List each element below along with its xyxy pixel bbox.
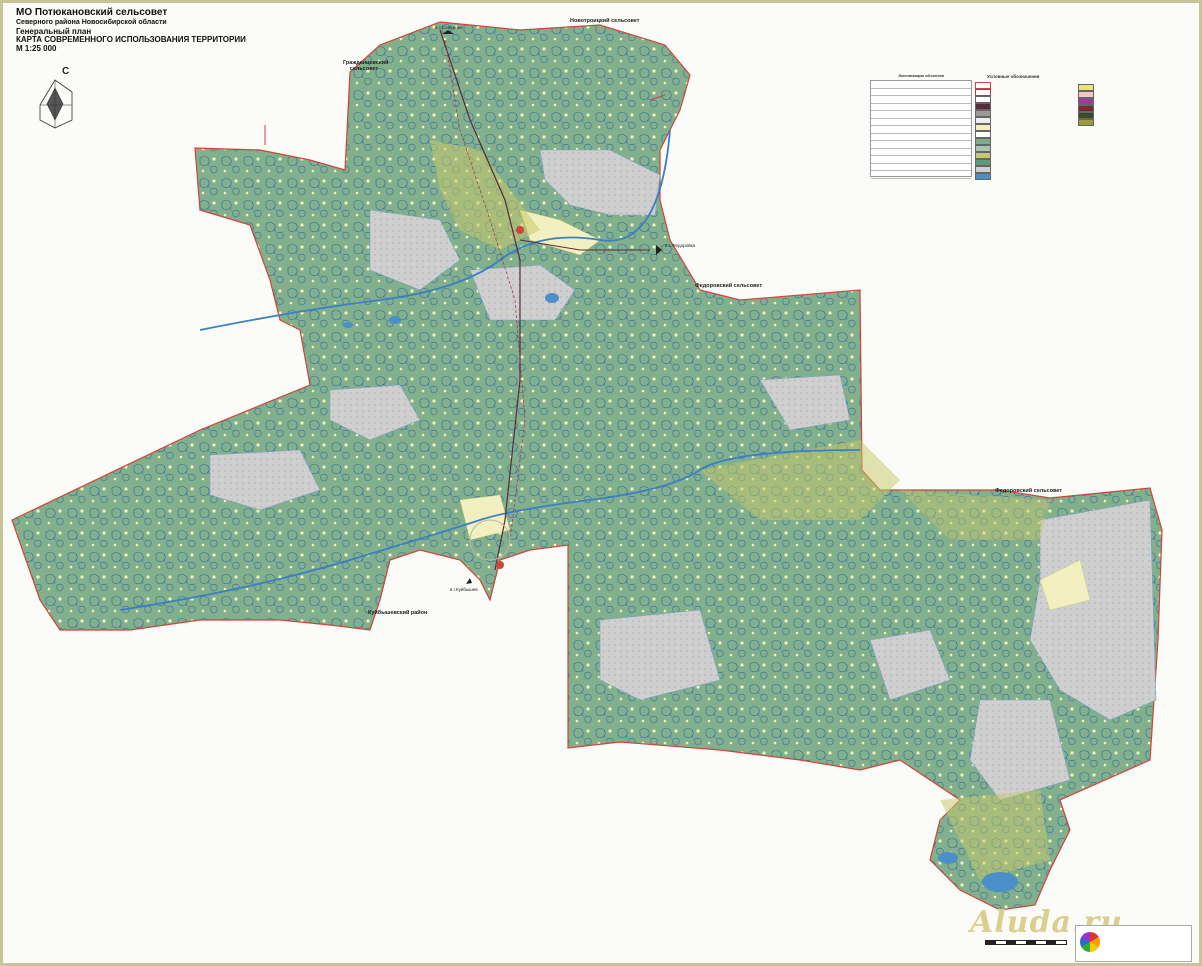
explication-title: Экспликация объектов: [898, 73, 944, 78]
legend-zones: [1078, 84, 1097, 126]
compass-icon: [39, 79, 73, 129]
lake: [545, 293, 559, 303]
title-scale: М 1:25 000: [16, 43, 57, 53]
explication-table: Экспликация объектов: [870, 73, 972, 179]
compass-north-label: С: [62, 66, 70, 77]
organization-logo-icon: [1080, 932, 1100, 952]
neighbor-label-novotroitsky: Новотроицкий сельсовет: [570, 18, 640, 24]
direction-label-fedorovka: в с.Федоровка: [665, 243, 696, 248]
lake: [938, 852, 958, 864]
direction-arrow: [466, 578, 472, 584]
legend-symbols-title: Условные обозначения: [987, 74, 1040, 79]
title-district: Северного района Новосибирской области: [16, 18, 167, 26]
settlement-marker: [496, 561, 504, 569]
title-stamp: [1075, 925, 1192, 962]
neighbor-label-grazhdantsevsky: Гражданцевский сельсовет: [343, 60, 389, 72]
direction-label-severnoe: в с.Северное: [435, 25, 463, 30]
map-title-block: МО Потюкановский сельсовет Северного рай…: [16, 7, 246, 53]
legend-symbols: Условные обозначения: [975, 74, 1039, 180]
scale-bar: [985, 940, 1067, 945]
lake: [343, 322, 353, 328]
lake: [982, 872, 1018, 892]
title-municipality: МО Потюкановский сельсовет: [16, 7, 168, 18]
settlement-marker: [516, 226, 524, 234]
neighbor-label-fedorovsky-east: Федоровский сельсовет: [995, 488, 1063, 494]
direction-label-kuibyshev: в г.Куйбышев: [450, 587, 478, 592]
lake: [389, 316, 401, 324]
neighbor-label-kuibyshevsky: Куйбышевский район: [368, 610, 428, 616]
neighbor-label-fedorovsky: Федоровский сельсовет: [695, 283, 763, 289]
